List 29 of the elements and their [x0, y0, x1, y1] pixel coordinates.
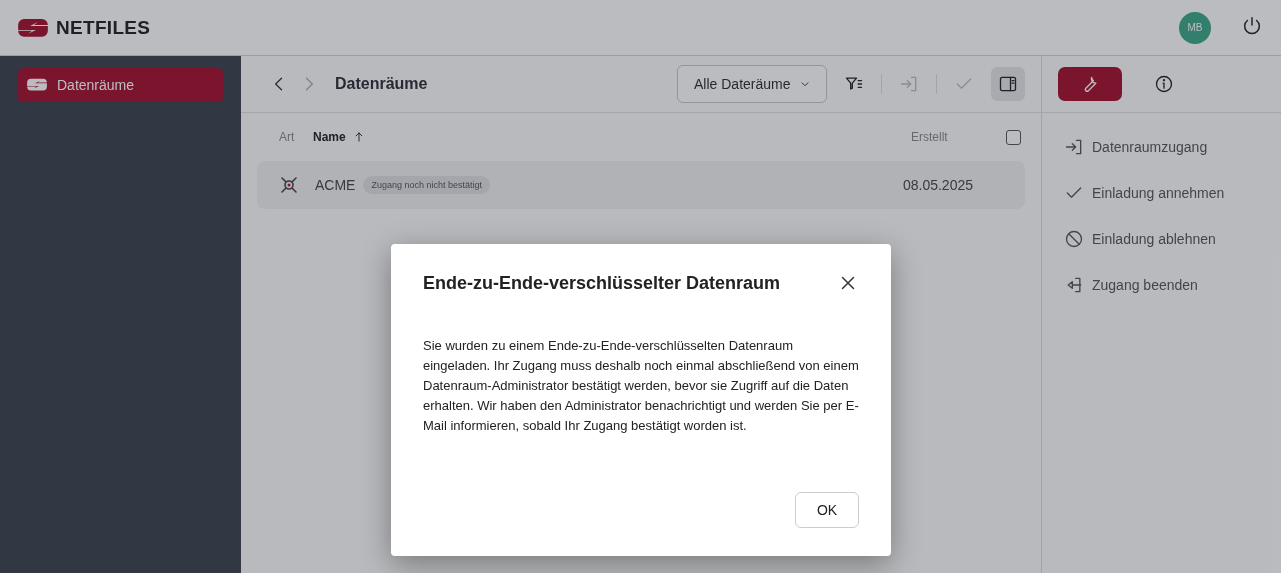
column-header: Art [279, 130, 296, 144]
ok-button[interactable]: OK [795, 492, 859, 528]
panel-icon [998, 74, 1018, 94]
tools-tab[interactable] [1058, 67, 1122, 101]
column-header: Erstellt [911, 130, 949, 144]
dialog-title: Ende-zu-Ende-verschlüsselter Datenraum [423, 272, 781, 294]
enter-icon [1064, 137, 1084, 157]
status-tag: Zugang noch nicht bestätigt [363, 176, 491, 194]
dialog-message: Sie wurden zu einem Ende-zu-Ende-verschlüsselten Datenraum eingeladen. Ihr Zugang muss deshalb noch einmal abschließend von einem Datenraum-Administrator bestätigt werden, bevor sie Zugriff auf die Daten erhalten. Wir haben den Administrator benachrichtigt und werden Sie per E-Mail informieren, sobald Ihr Zugang bestätigt worden ist. [423, 337, 859, 435]
page-title: Datenräume [335, 75, 428, 93]
room-name: ACME [315, 177, 356, 193]
filter-dropdown[interactable]: Alle Dateräume [677, 65, 827, 103]
panel-button[interactable] [991, 67, 1025, 101]
enter-icon [899, 74, 919, 94]
power-icon [1241, 14, 1263, 37]
select-all-checkbox[interactable] [1006, 129, 1021, 145]
data-room-icon [27, 78, 47, 92]
created-date: 08.05.2025 [902, 177, 973, 193]
table-row[interactable]: ACME Zugang noch nicht bestätigt 08.05.2025 [257, 161, 1025, 209]
prohibited-icon [1064, 229, 1084, 249]
action-item[interactable]: Einladung ablehnen [1064, 229, 1259, 249]
action-item[interactable]: Zugang beenden [1064, 275, 1259, 295]
column-header[interactable]: Name [313, 130, 346, 144]
action-item[interactable]: Datenraumzugang [1064, 137, 1259, 157]
info-icon [1154, 74, 1174, 94]
sidebar-item[interactable]: Datenräume [17, 68, 224, 102]
logo-icon [18, 17, 48, 38]
action-item[interactable]: Einladung annehmen [1064, 183, 1259, 203]
brand-name: NETFILES [56, 16, 151, 39]
